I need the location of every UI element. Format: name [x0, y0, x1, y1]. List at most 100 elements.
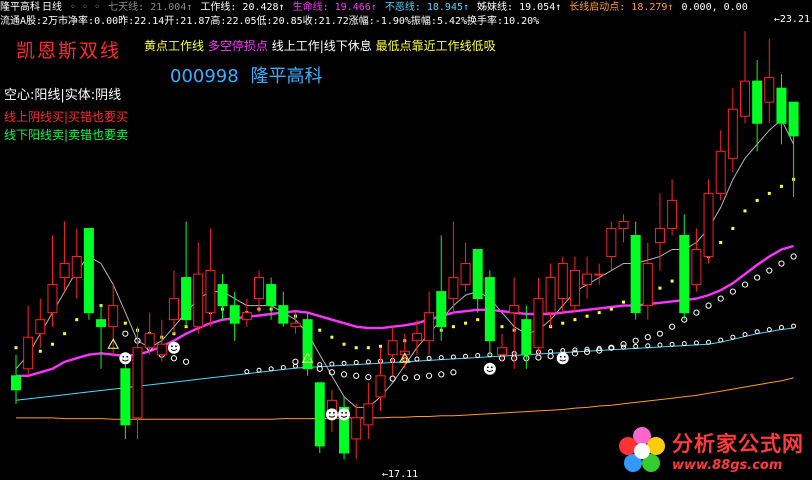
smiley-eye: [345, 411, 347, 414]
work-dot: [658, 286, 662, 290]
buxie-dot: [280, 364, 286, 370]
candle-up: [290, 322, 301, 328]
candle-up: [108, 305, 119, 328]
candle-up: [205, 270, 216, 314]
work-dot: [719, 240, 723, 244]
candle-down: [11, 375, 21, 391]
candle-up: [533, 298, 544, 349]
candles: [11, 31, 799, 460]
buxie-dot: [681, 341, 687, 347]
work-dot: [767, 191, 771, 195]
smiley-icon: [483, 362, 496, 375]
indicator-header: 隆平高科 日线 ◦ ◦ ◦ 七天线: 21.004↑ 工作线: 20.428↑ 生…: [0, 0, 752, 16]
candle-up: [375, 375, 386, 398]
indicator-value: 姊妹线: 19.054↑: [477, 2, 568, 13]
stop-dot: [353, 372, 360, 379]
smiley-eye: [490, 366, 493, 369]
buxie-dot: [353, 360, 359, 366]
smiley-eye: [333, 411, 335, 414]
watermark-name: 分析家公式网: [672, 431, 804, 456]
buxie-dot: [414, 356, 420, 362]
candle-up: [168, 298, 179, 321]
work-dot: [731, 226, 735, 230]
stop-dot: [122, 330, 129, 337]
smiley-face: [325, 408, 338, 421]
candle-up: [557, 263, 568, 300]
low-price-label: ←17.11: [382, 469, 419, 480]
candle-down: [436, 291, 447, 328]
candle-up: [193, 273, 204, 328]
buxie-dot: [754, 329, 760, 335]
work-dot: [585, 314, 589, 318]
legend-low-buy: 最低点靠近工作线低吸: [375, 39, 496, 53]
smiley-eye: [329, 411, 331, 414]
candle-up: [618, 220, 629, 229]
stop-dot: [389, 375, 396, 382]
candle-down: [484, 277, 495, 342]
candle-up: [594, 273, 605, 276]
work-line-dots: [14, 177, 797, 382]
candle-up: [460, 263, 471, 286]
legend-stop-point: 多空停损点: [207, 39, 268, 53]
work-dot: [354, 346, 358, 350]
candle-down: [181, 277, 192, 321]
stop-dot: [426, 372, 433, 379]
indicator-value: 工作线: 20.428↑: [200, 2, 291, 13]
work-dot: [779, 184, 783, 188]
work-dot: [597, 311, 601, 315]
candle-up: [254, 277, 264, 300]
work-dot: [670, 279, 674, 283]
candle-down: [521, 319, 532, 356]
buxie-dot: [718, 337, 724, 343]
work-dot: [476, 318, 480, 322]
stop-dot: [656, 330, 664, 337]
candle-down: [278, 305, 289, 324]
candle-down: [788, 101, 799, 137]
work-dot: [123, 321, 127, 325]
candle-up: [497, 347, 507, 356]
stop-dot: [547, 353, 554, 360]
period-label[interactable]: 日线: [42, 2, 62, 13]
stop-dot: [170, 355, 178, 362]
buxie-dot: [766, 327, 772, 333]
candle-up: [691, 249, 702, 286]
stop-dot: [620, 341, 627, 348]
candle-down: [679, 234, 690, 314]
work-dot: [14, 346, 18, 350]
candle-up: [35, 319, 46, 335]
candle-up: [703, 192, 714, 258]
smiley-face: [119, 352, 132, 365]
buxie-dot: [669, 341, 675, 347]
smiley-eye: [341, 411, 343, 414]
work-dot: [379, 344, 382, 348]
candle-up: [424, 312, 435, 342]
candle-down: [630, 234, 641, 314]
stop-dot: [632, 337, 639, 344]
buxie-dot: [268, 366, 274, 372]
candle-down: [217, 284, 228, 307]
candlestick-chart: [11, 31, 799, 460]
candle-up: [59, 263, 70, 279]
work-dot: [366, 346, 370, 350]
buxie-dot: [365, 359, 371, 365]
work-dot: [342, 342, 346, 346]
candle-up: [642, 263, 653, 307]
buxie-dot: [645, 343, 651, 349]
stop-dot: [438, 371, 445, 378]
stop-dot: [365, 374, 372, 381]
smiley-eye: [563, 355, 566, 358]
quote-row: 流通A股:2万市净率:0.00昨:22.14开:21.87高:22.05低:20…: [0, 16, 540, 27]
work-dot: [75, 318, 79, 322]
buxie-dot: [438, 355, 444, 361]
smiley-eye: [486, 366, 489, 369]
indicator-value: 0.000, 0.00: [681, 2, 748, 13]
stock-name: 隆平高科: [0, 2, 40, 13]
smiley-icon: [325, 408, 338, 421]
smiley-eye: [559, 355, 562, 358]
smiley-face: [338, 408, 351, 421]
sell-note: 线下阳线卖|卖错也要卖: [4, 128, 129, 142]
candle-down: [266, 284, 277, 307]
buxie-dot: [244, 369, 250, 375]
candle-up: [387, 340, 398, 356]
indicator-value: 不恶线: 18.945↑: [384, 2, 476, 13]
